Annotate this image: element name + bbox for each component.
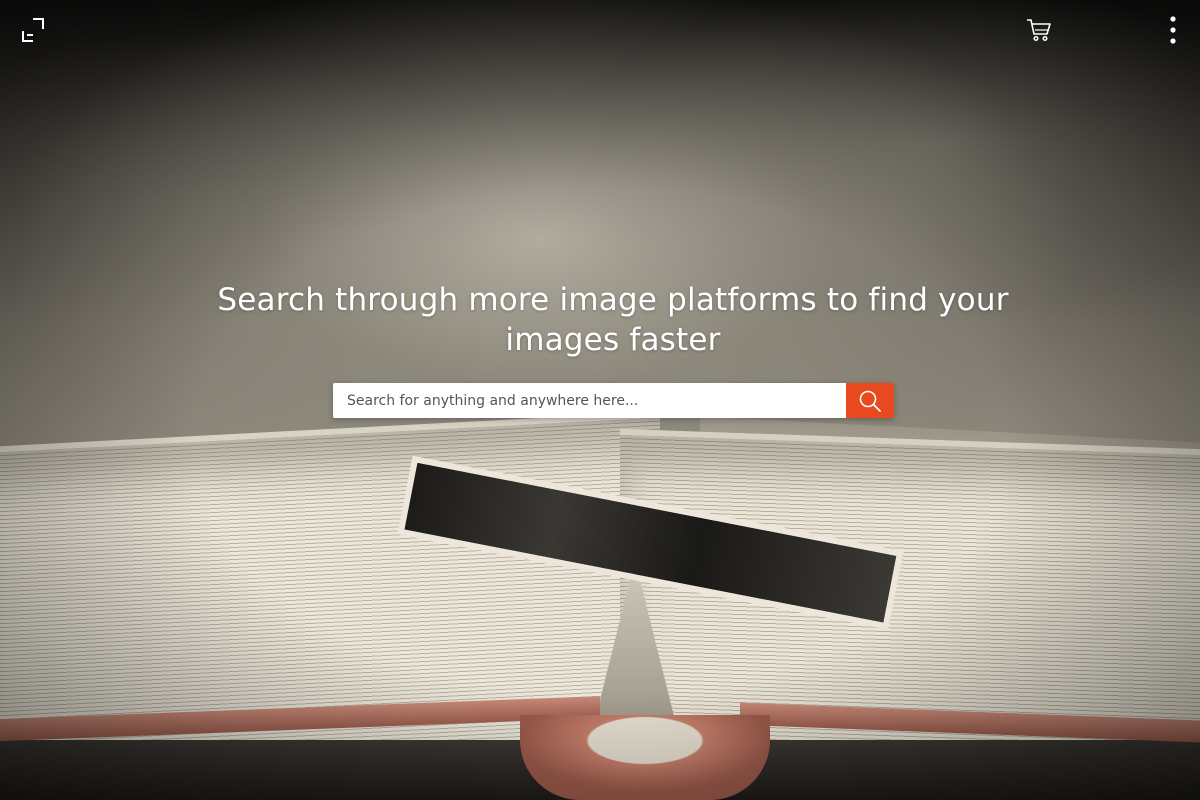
more-vertical-icon	[1170, 16, 1176, 44]
search-button[interactable]	[846, 383, 894, 418]
expand-icon	[22, 18, 44, 42]
cart-button[interactable]	[1018, 10, 1060, 50]
expand-button[interactable]	[14, 10, 52, 48]
more-options-button[interactable]	[1158, 10, 1188, 50]
search-icon	[859, 390, 881, 412]
search-input[interactable]	[333, 383, 846, 418]
search-bar	[333, 383, 894, 418]
cart-icon	[1027, 19, 1051, 42]
album-cover-spine	[520, 715, 770, 800]
hero-title: Search through more image platforms to f…	[217, 282, 1009, 358]
